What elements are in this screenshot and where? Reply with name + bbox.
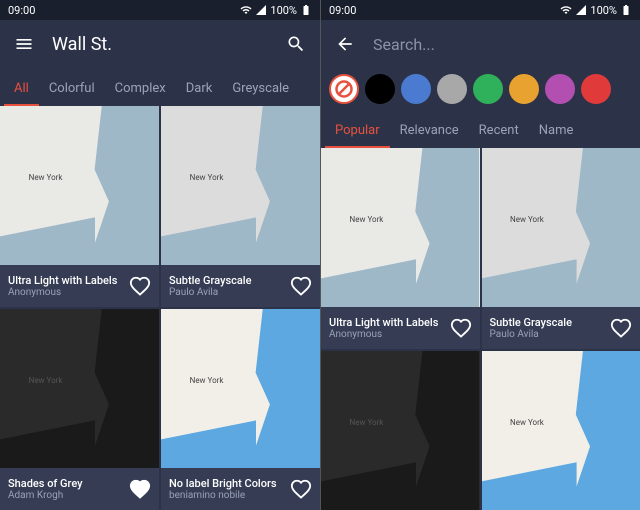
style-card[interactable]: New YorkSubtle GrayscalePaulo Avila xyxy=(482,148,640,349)
style-grid[interactable]: New YorkUltra Light with LabelsAnonymous… xyxy=(321,148,640,510)
card-caption: Subtle GrayscalePaulo Avila xyxy=(482,307,640,349)
tab-colorful[interactable]: Colorful xyxy=(39,73,105,106)
battery-text: 100% xyxy=(270,4,297,17)
style-author: Adam Krogh xyxy=(8,490,129,501)
style-author: Anonymous xyxy=(329,329,450,340)
map-thumbnail[interactable]: New York xyxy=(161,106,320,265)
map-thumbnail[interactable]: New York xyxy=(482,351,640,510)
style-name: Shades of Grey xyxy=(8,477,129,490)
style-card[interactable]: New YorkUltra Light with LabelsAnonymous xyxy=(0,106,159,307)
style-card[interactable]: New YorkUltra Light with LabelsAnonymous xyxy=(321,148,480,349)
battery-icon xyxy=(300,4,312,16)
battery-text: 100% xyxy=(590,4,617,17)
color-swatch[interactable] xyxy=(437,74,467,104)
tab-recent[interactable]: Recent xyxy=(469,115,529,148)
back-button[interactable] xyxy=(329,28,361,60)
map-thumbnail[interactable]: New York xyxy=(482,148,640,307)
status-icons: 100% xyxy=(560,4,632,17)
favorite-button[interactable] xyxy=(290,275,312,297)
status-time: 09:00 xyxy=(329,4,356,17)
status-bar: 09:00 100% xyxy=(321,0,640,20)
tab-relevance[interactable]: Relevance xyxy=(390,115,469,148)
color-filter-row xyxy=(321,68,640,110)
tab-complex[interactable]: Complex xyxy=(105,73,176,106)
card-caption: Ultra Light with LabelsAnonymous xyxy=(0,265,159,307)
map-thumbnail[interactable]: New York xyxy=(321,351,480,510)
tab-dark[interactable]: Dark xyxy=(176,73,223,106)
style-card[interactable]: New YorkShades of GreyAdam Krogh xyxy=(0,309,159,510)
color-swatch[interactable] xyxy=(581,74,611,104)
sort-tabs: PopularRelevanceRecentName xyxy=(321,110,640,148)
color-swatch-none[interactable] xyxy=(329,74,359,104)
card-caption: Ultra Light with LabelsAnonymous xyxy=(321,307,480,349)
no-color-icon xyxy=(334,79,354,99)
style-card[interactable]: New YorkSubtle GrayscalePaulo Avila xyxy=(161,106,320,307)
app-bar: Wall St. xyxy=(0,20,320,68)
heart-icon xyxy=(129,478,151,500)
favorite-button[interactable] xyxy=(129,478,151,500)
card-caption: No label Bright Colorsbeniamino nobile xyxy=(161,468,320,510)
favorite-button[interactable] xyxy=(290,478,312,500)
style-author: Paulo Avila xyxy=(169,287,290,298)
map-thumbnail[interactable]: New York xyxy=(161,309,320,468)
favorite-button[interactable] xyxy=(610,317,632,339)
color-swatch[interactable] xyxy=(509,74,539,104)
heart-icon xyxy=(290,478,312,500)
page-title: Wall St. xyxy=(52,34,280,55)
style-card[interactable]: New York xyxy=(482,351,640,510)
style-card[interactable]: New YorkNo label Bright Colorsbeniamino … xyxy=(161,309,320,510)
screen-browse: 09:00 100% Wall St. AllColorfulComplexDa… xyxy=(0,0,320,510)
style-author: beniamino nobile xyxy=(169,490,290,501)
search-input[interactable] xyxy=(373,35,632,54)
category-tabs: AllColorfulComplexDarkGreyscale xyxy=(0,68,320,106)
card-caption: Shades of GreyAdam Krogh xyxy=(0,468,159,510)
screen-search: 09:00 100% PopularRelevanceRecentName Ne… xyxy=(320,0,640,510)
style-name: Ultra Light with Labels xyxy=(329,316,450,329)
style-author: Paulo Avila xyxy=(490,329,611,340)
style-name: Subtle Grayscale xyxy=(169,274,290,287)
status-icons: 100% xyxy=(240,4,312,17)
style-name: No label Bright Colors xyxy=(169,477,290,490)
battery-icon xyxy=(620,4,632,16)
map-thumbnail[interactable]: New York xyxy=(0,309,159,468)
color-swatch[interactable] xyxy=(365,74,395,104)
search-button[interactable] xyxy=(280,28,312,60)
tab-greyscale[interactable]: Greyscale xyxy=(222,73,299,106)
color-swatch[interactable] xyxy=(401,74,431,104)
style-card[interactable]: New York xyxy=(321,351,480,510)
search-icon xyxy=(286,34,306,54)
tab-all[interactable]: All xyxy=(4,73,39,106)
style-grid[interactable]: New YorkUltra Light with LabelsAnonymous… xyxy=(0,106,320,510)
back-arrow-icon xyxy=(335,34,355,54)
favorite-button[interactable] xyxy=(450,317,472,339)
heart-icon xyxy=(450,317,472,339)
hamburger-icon xyxy=(14,34,34,54)
menu-button[interactable] xyxy=(8,28,40,60)
color-swatch[interactable] xyxy=(473,74,503,104)
status-time: 09:00 xyxy=(8,4,35,17)
map-thumbnail[interactable]: New York xyxy=(321,148,480,307)
tab-name[interactable]: Name xyxy=(529,115,584,148)
heart-icon xyxy=(290,275,312,297)
heart-icon xyxy=(610,317,632,339)
signal-icon xyxy=(575,4,587,16)
wifi-icon xyxy=(240,4,252,16)
signal-icon xyxy=(255,4,267,16)
card-caption: Subtle GrayscalePaulo Avila xyxy=(161,265,320,307)
app-bar xyxy=(321,20,640,68)
tab-popular[interactable]: Popular xyxy=(325,115,390,148)
color-swatch[interactable] xyxy=(545,74,575,104)
status-bar: 09:00 100% xyxy=(0,0,320,20)
wifi-icon xyxy=(560,4,572,16)
favorite-button[interactable] xyxy=(129,275,151,297)
style-name: Ultra Light with Labels xyxy=(8,274,129,287)
style-name: Subtle Grayscale xyxy=(490,316,611,329)
style-author: Anonymous xyxy=(8,287,129,298)
heart-icon xyxy=(129,275,151,297)
map-thumbnail[interactable]: New York xyxy=(0,106,159,265)
